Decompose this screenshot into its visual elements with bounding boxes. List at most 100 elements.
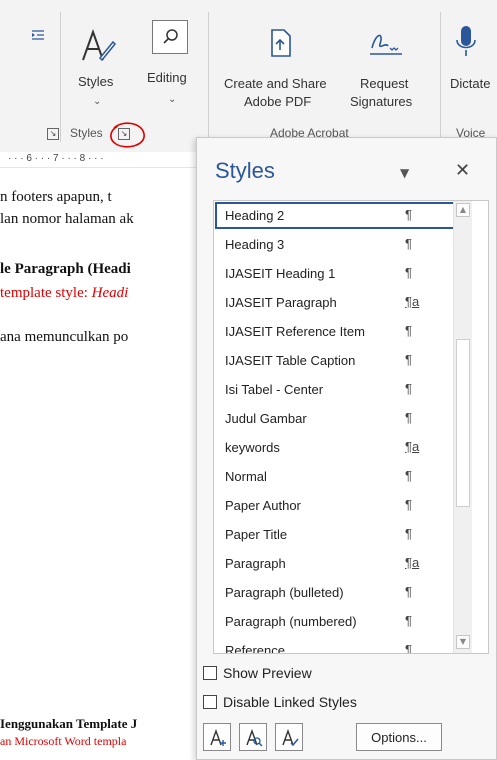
create-share-line2: Adobe PDF	[244, 94, 312, 109]
doc-line: n footers apapun, t	[0, 189, 112, 205]
doc-red-italic: Headi	[91, 285, 129, 301]
style-item-label: Heading 3	[225, 237, 285, 252]
checkbox-box[interactable]	[203, 666, 217, 680]
style-inspector-button[interactable]	[239, 723, 267, 751]
disable-linked-label: Disable Linked Styles	[223, 694, 357, 710]
paragraph-mark-icon: ¶	[405, 410, 412, 425]
ribbon: Styles ⌄ Editing ⌄ Create and Share Adob…	[0, 0, 497, 152]
separator	[440, 12, 441, 142]
checkbox-box[interactable]	[203, 695, 217, 709]
style-item[interactable]: IJASEIT Paragraph ¶a	[215, 289, 459, 316]
styles-pane-title: Styles	[215, 158, 275, 183]
styles-pane: Styles ▼ ✕ Heading 2 ¶ Heading 3 ¶ IJASE…	[196, 137, 497, 760]
manage-styles-icon	[282, 729, 299, 747]
scroll-down-icon[interactable]: ▼	[456, 635, 470, 649]
styles-list-scrollbar[interactable]: ▲ ▼	[453, 201, 472, 653]
separator	[208, 12, 209, 142]
paragraph-mark-icon: ¶	[405, 352, 412, 367]
style-item[interactable]: Reference ¶	[215, 637, 459, 654]
style-item[interactable]: Paragraph (bulleted) ¶	[215, 579, 459, 606]
separator	[60, 12, 61, 142]
styles-list[interactable]: Heading 2 ¶ Heading 3 ¶ IJASEIT Heading …	[213, 200, 489, 654]
style-item-label: IJASEIT Heading 1	[225, 266, 336, 281]
styles-icon	[82, 29, 116, 62]
manage-styles-button[interactable]	[275, 723, 303, 751]
styles-button[interactable]: Styles ⌄	[66, 20, 128, 112]
style-item[interactable]: keywords ¶a	[215, 434, 459, 461]
style-item-label: Isi Tabel - Center	[225, 382, 324, 397]
chevron-down-icon: ⌄	[168, 94, 177, 105]
request-signatures-button[interactable]: Request Signatures	[346, 20, 424, 120]
style-item-heading-2[interactable]: Heading 2 ¶	[215, 202, 459, 229]
style-inspector-icon	[246, 729, 263, 747]
style-item[interactable]: Normal ¶	[215, 463, 459, 490]
style-item[interactable]: IJASEIT Table Caption ¶	[215, 347, 459, 374]
new-style-button[interactable]	[203, 723, 231, 751]
paragraph-dialog-launcher[interactable]: ↘	[47, 128, 59, 140]
style-item-label: Paper Author	[225, 498, 301, 513]
annotation-circle	[110, 122, 145, 148]
style-item[interactable]: Heading 3 ¶	[215, 231, 459, 258]
style-item-label: Paragraph (numbered)	[225, 614, 357, 629]
style-item-label: IJASEIT Reference Item	[225, 324, 365, 339]
style-item[interactable]: Paper Title ¶	[215, 521, 459, 548]
style-item[interactable]: Paper Author ¶	[215, 492, 459, 519]
paragraph-mark-icon: ¶	[405, 236, 412, 251]
style-item-label: IJASEIT Table Caption	[225, 353, 356, 368]
ruler-marks: · · · 6 · · · 7 · · · 8 · · ·	[8, 153, 104, 164]
editing-button-label: Editing	[147, 70, 187, 85]
dictate-label: Dictate	[450, 76, 491, 91]
close-icon[interactable]: ✕	[455, 160, 470, 181]
style-item[interactable]: Isi Tabel - Center ¶	[215, 376, 459, 403]
doc-line: lan nomor halaman ak	[0, 211, 134, 227]
paragraph-mark-icon: ¶	[405, 323, 412, 338]
options-button-label: Options...	[371, 730, 427, 745]
style-item-label: keywords	[225, 440, 280, 455]
search-icon-box	[152, 20, 188, 54]
search-icon	[163, 29, 178, 44]
paragraph-mark-icon: ¶	[405, 468, 412, 483]
create-pdf-icon	[271, 29, 291, 57]
dictate-button[interactable]: Dictate	[446, 20, 497, 120]
paragraph-mark-icon: ¶	[405, 642, 412, 654]
indent-icon[interactable]	[30, 28, 46, 42]
paragraph-mark-icon: ¶	[405, 584, 412, 599]
group-label-styles: Styles	[70, 126, 103, 140]
show-preview-label: Show Preview	[223, 665, 312, 681]
style-item[interactable]: IJASEIT Reference Item ¶	[215, 318, 459, 345]
styles-button-label: Styles	[78, 74, 114, 89]
scroll-thumb[interactable]	[456, 339, 470, 507]
style-item-label: Normal	[225, 469, 267, 484]
pane-options-dropdown-icon[interactable]: ▼	[400, 166, 409, 180]
style-item[interactable]: Paragraph ¶a	[215, 550, 459, 577]
linked-style-icon: ¶a	[405, 555, 420, 570]
style-item[interactable]: IJASEIT Heading 1 ¶	[215, 260, 459, 287]
chevron-down-icon: ⌄	[93, 96, 102, 107]
doc-footer-heading: Ienggunakan Template J	[0, 716, 138, 731]
style-item-label: Reference	[225, 643, 285, 654]
create-share-line1: Create and Share	[224, 76, 327, 91]
style-item-label: Paragraph	[225, 556, 286, 571]
paragraph-mark-icon: ¶	[405, 265, 412, 280]
paragraph-mark-icon: ¶	[405, 613, 412, 628]
paragraph-mark-icon: ¶	[405, 381, 412, 396]
style-item-label: Paper Title	[225, 527, 288, 542]
style-item-label: Heading 2	[225, 208, 285, 223]
paragraph-mark-icon: ¶	[405, 497, 412, 512]
linked-style-icon: ¶a	[405, 294, 420, 309]
style-item[interactable]: Paragraph (numbered) ¶	[215, 608, 459, 635]
style-item-label: IJASEIT Paragraph	[225, 295, 337, 310]
paragraph-mark-icon: ¶	[405, 207, 412, 222]
doc-red-prefix: template style:	[0, 285, 92, 301]
paragraph-mark-icon: ¶	[405, 526, 412, 541]
scroll-up-icon[interactable]: ▲	[456, 203, 470, 217]
editing-button[interactable]: Editing ⌄	[142, 18, 200, 112]
create-share-adobe-pdf-button[interactable]: Create and Share Adobe PDF	[220, 20, 342, 120]
request-line2: Signatures	[350, 94, 413, 109]
signature-icon	[370, 34, 402, 55]
style-item-label: Paragraph (bulleted)	[225, 585, 344, 600]
style-item-label: Judul Gambar	[225, 411, 307, 426]
new-style-icon	[210, 729, 226, 746]
style-item[interactable]: Judul Gambar ¶	[215, 405, 459, 432]
options-button[interactable]: Options...	[356, 723, 442, 751]
